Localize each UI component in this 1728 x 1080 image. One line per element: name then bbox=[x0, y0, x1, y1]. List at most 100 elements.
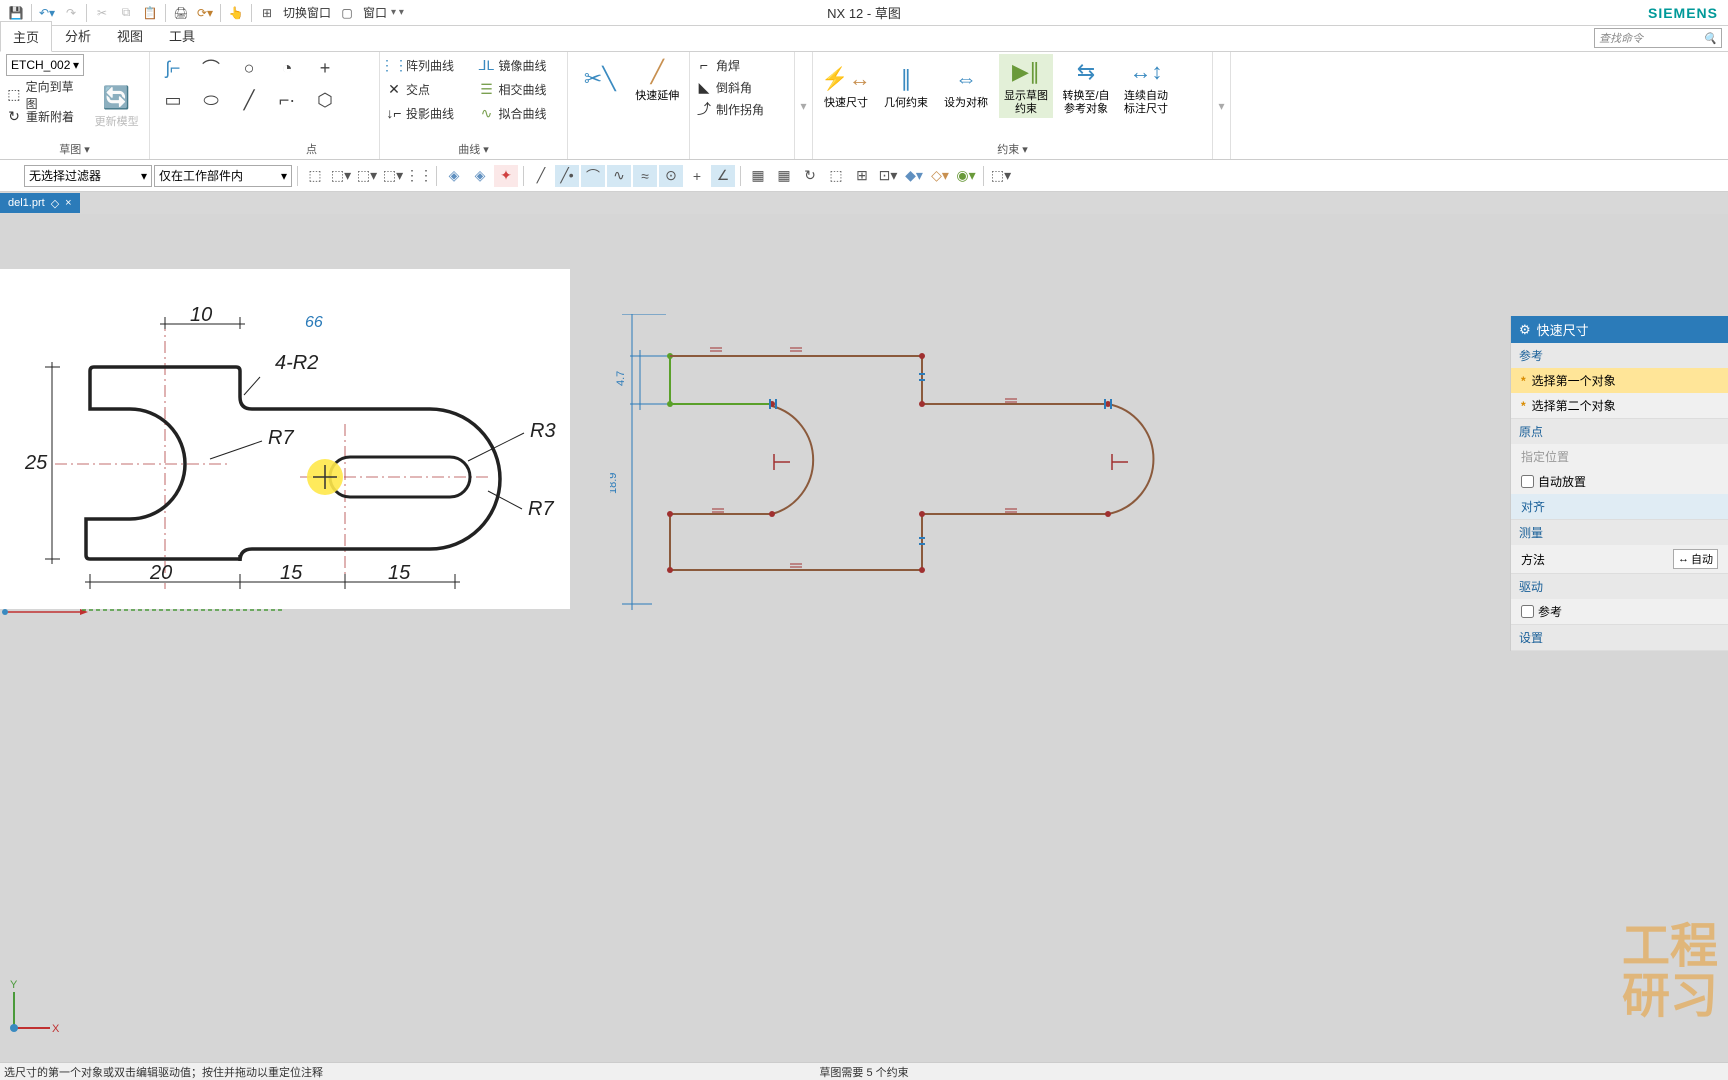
quick-extend-button[interactable]: ╱快速延伸 bbox=[632, 54, 684, 105]
snap-circle-icon[interactable]: ⊙ bbox=[659, 165, 683, 187]
section-references[interactable]: 参考 bbox=[1511, 343, 1728, 368]
reference-drawing: 10 66 4-R2 R7 R3 R7 25 20 15 15 bbox=[0, 269, 570, 609]
corner-button[interactable]: ⌐角焊 bbox=[696, 54, 788, 76]
snap-angle-icon[interactable]: ∠ bbox=[711, 165, 735, 187]
section-measure[interactable]: 测量 bbox=[1511, 520, 1728, 545]
view-btn-8[interactable]: ◇▾ bbox=[928, 165, 952, 187]
orient-to-sketch-button[interactable]: ⬚定向到草图 bbox=[6, 84, 84, 106]
window-icon[interactable]: ▢ bbox=[336, 2, 358, 24]
rapid-dimension-panel: ⚙ 快速尺寸 参考 *选择第一个对象 *选择第二个对象 原点 指定位置 自动放置… bbox=[1510, 316, 1728, 651]
snap-spline-icon[interactable]: ∿ bbox=[607, 165, 631, 187]
snap-tangent-icon[interactable]: ╱• bbox=[555, 165, 579, 187]
align-row[interactable]: 对齐 bbox=[1511, 494, 1728, 519]
window-label[interactable]: 窗口 bbox=[359, 4, 391, 21]
select-second-object-row[interactable]: *选择第二个对象 bbox=[1511, 393, 1728, 418]
method-dropdown[interactable]: ↔ 自动 bbox=[1673, 549, 1718, 569]
make-corner-button[interactable]: ⤴制作拐角 bbox=[696, 98, 788, 120]
intersection-curve-button[interactable]: ☰相交曲线 bbox=[479, 78, 562, 100]
file-tab-active[interactable]: del1.prt◇× bbox=[0, 193, 80, 213]
view-btn-7[interactable]: ◆▾ bbox=[902, 165, 926, 187]
arc-icon[interactable]: ⌒ bbox=[194, 54, 228, 82]
project-curve-button[interactable]: ↓⌐投影曲线 bbox=[386, 102, 469, 124]
scope-filter-dropdown[interactable]: 仅在工作部件内▾ bbox=[154, 165, 292, 187]
panel-title[interactable]: ⚙ 快速尺寸 bbox=[1511, 316, 1728, 343]
method-row: 方法 ↔ 自动 bbox=[1511, 545, 1728, 573]
view-btn-4[interactable]: ⬚ bbox=[824, 165, 848, 187]
tab-home[interactable]: 主页 bbox=[0, 21, 52, 52]
filter-btn-2[interactable]: ⬚▾ bbox=[329, 165, 353, 187]
brand-logo: SIEMENS bbox=[1648, 5, 1718, 21]
continuous-auto-dim-button[interactable]: ↔↕连续自动标注尺寸 bbox=[1119, 54, 1173, 118]
active-sketch[interactable]: 4.7 18.9 bbox=[610, 314, 1180, 644]
snap-line-icon[interactable]: ╱ bbox=[529, 165, 553, 187]
view-btn-10[interactable]: ⬚▾ bbox=[989, 165, 1013, 187]
search-icon: 🔍 bbox=[1703, 32, 1717, 45]
view-btn-2[interactable]: ▦ bbox=[772, 165, 796, 187]
reference-checkbox[interactable] bbox=[1521, 605, 1534, 618]
convert-to-ref-button[interactable]: ⇆转换至/自参考对象 bbox=[1059, 54, 1113, 118]
command-search[interactable]: 查找命令 🔍 bbox=[1594, 28, 1722, 48]
display-btn-2[interactable]: ◈ bbox=[468, 165, 492, 187]
dim-18-9[interactable]: 18.9 bbox=[610, 473, 619, 494]
fit-curve-button[interactable]: ∿拟合曲线 bbox=[479, 102, 562, 124]
chamfer-button[interactable]: ◣倒斜角 bbox=[696, 76, 788, 98]
filter-btn-5[interactable]: ⋮⋮ bbox=[407, 165, 431, 187]
svg-text:4-R2: 4-R2 bbox=[275, 352, 318, 374]
display-btn-3[interactable]: ✦ bbox=[494, 165, 518, 187]
auto-place-row[interactable]: 自动放置 bbox=[1511, 469, 1728, 494]
geo-constraint-button[interactable]: ∥几何约束 bbox=[879, 61, 933, 112]
filter-btn-4[interactable]: ⬚▾ bbox=[381, 165, 405, 187]
pattern-curve-button[interactable]: ⋮⋮阵列曲线 bbox=[386, 54, 469, 76]
view-btn-9[interactable]: ◉▾ bbox=[954, 165, 978, 187]
point-cross-icon[interactable]: + bbox=[308, 54, 342, 82]
filter-btn-3[interactable]: ⬚▾ bbox=[355, 165, 379, 187]
rectangle-icon[interactable]: ▭ bbox=[156, 86, 190, 114]
switch-window-icon[interactable]: ⊞ bbox=[256, 2, 278, 24]
intersection-point-button[interactable]: ✕交点 bbox=[386, 78, 469, 100]
touch-icon[interactable]: 👆 bbox=[225, 2, 247, 24]
section-origin[interactable]: 原点 bbox=[1511, 419, 1728, 444]
close-tab-icon[interactable]: × bbox=[65, 197, 71, 209]
circle-icon[interactable]: ○ bbox=[232, 54, 266, 82]
rapid-dimension-button[interactable]: ⚡↔快速尺寸 bbox=[819, 61, 873, 112]
section-drive[interactable]: 驱动 bbox=[1511, 574, 1728, 599]
reattach-button[interactable]: ↻重新附着 bbox=[6, 106, 84, 128]
wcs-triad[interactable]: Y X bbox=[4, 978, 64, 1038]
svg-text:R7: R7 bbox=[268, 427, 294, 449]
snap-arc-icon[interactable]: ⌒ bbox=[581, 165, 605, 187]
tab-tools[interactable]: 工具 bbox=[156, 20, 208, 51]
mirror-curve-button[interactable]: ⅃L镜像曲线 bbox=[479, 54, 562, 76]
dim-4-7[interactable]: 4.7 bbox=[615, 371, 627, 386]
show-sketch-constraints-button[interactable]: ▶∥显示草图约束 bbox=[999, 54, 1053, 118]
section-settings[interactable]: 设置 bbox=[1511, 625, 1728, 650]
svg-text:25: 25 bbox=[24, 452, 48, 474]
switch-window-label[interactable]: 切换窗口 bbox=[279, 4, 335, 21]
display-btn-1[interactable]: ◈ bbox=[442, 165, 466, 187]
make-symmetric-button[interactable]: ⇔设为对称 bbox=[939, 61, 993, 112]
status-mid: 草图需要 5 个约束 bbox=[819, 1064, 908, 1080]
tab-view[interactable]: 视图 bbox=[104, 20, 156, 51]
svg-text:R7: R7 bbox=[528, 498, 554, 520]
auto-place-checkbox[interactable] bbox=[1521, 475, 1534, 488]
view-btn-5[interactable]: ⊞ bbox=[850, 165, 874, 187]
snap-cross-icon[interactable]: + bbox=[685, 165, 709, 187]
filter-btn-1[interactable]: ⬚ bbox=[303, 165, 327, 187]
view-btn-1[interactable]: ▦ bbox=[746, 165, 770, 187]
slot-icon[interactable]: ⬭ bbox=[194, 86, 228, 114]
polygon-icon[interactable]: ⬡ bbox=[308, 86, 342, 114]
view-btn-3[interactable]: ↻ bbox=[798, 165, 822, 187]
quick-trim-button[interactable]: ✂╲ bbox=[574, 61, 626, 99]
view-btn-6[interactable]: ⊡▾ bbox=[876, 165, 900, 187]
update-model-button[interactable]: 🔄更新模型 bbox=[90, 80, 143, 131]
snap-wave-icon[interactable]: ≈ bbox=[633, 165, 657, 187]
tab-analyze[interactable]: 分析 bbox=[52, 20, 104, 51]
select-first-object-row[interactable]: *选择第一个对象 bbox=[1511, 368, 1728, 393]
studio-spline-icon[interactable]: ◔ bbox=[270, 54, 304, 82]
sketch-name-dropdown[interactable]: ETCH_002▾ bbox=[6, 54, 84, 76]
selection-filter-dropdown[interactable]: 无选择过滤器▾ bbox=[24, 165, 152, 187]
profile-icon[interactable]: ʃ⌐ bbox=[156, 54, 190, 82]
graphics-canvas[interactable]: 10 66 4-R2 R7 R3 R7 25 20 15 15 bbox=[0, 214, 1728, 1062]
fillet-icon[interactable]: ⌐· bbox=[270, 86, 304, 114]
line-icon[interactable]: ╱ bbox=[232, 86, 266, 114]
reference-row[interactable]: 参考 bbox=[1511, 599, 1728, 624]
